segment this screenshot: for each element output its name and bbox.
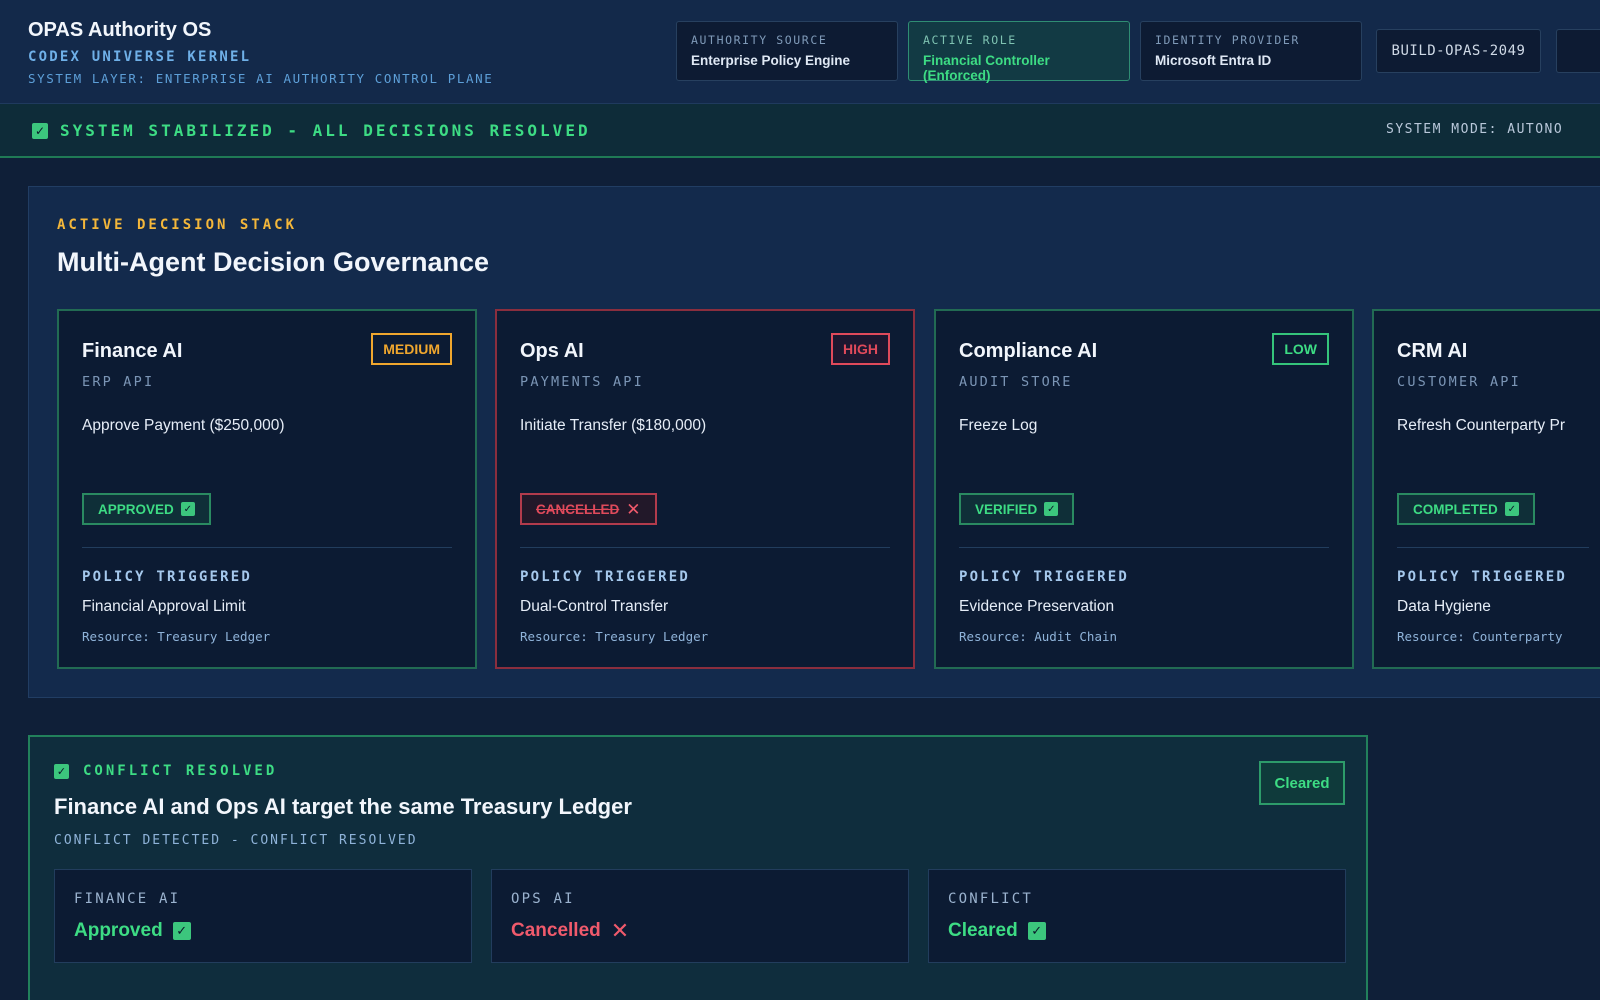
policy-resource: Resource: Treasury Ledger — [520, 629, 709, 644]
decision-state-badge: VERIFIED ✓ — [959, 493, 1075, 525]
decision-state-label: CANCELLED — [536, 501, 620, 517]
system-layer-label: SYSTEM LAYER: ENTERPRISE AI AUTHORITY CO… — [28, 71, 494, 86]
agent-card-ops-ai[interactable]: Ops AI HIGH PAYMENTS API Initiate Transf… — [495, 309, 915, 669]
agent-api: CUSTOMER API — [1397, 374, 1521, 390]
policy-resource: Resource: Counterparty — [1397, 629, 1563, 644]
outcome-value-text: Cleared — [948, 920, 1018, 941]
active-role-box[interactable]: ACTIVE ROLE Financial Controller (Enforc… — [908, 21, 1130, 83]
kernel-subtitle: CODEX UNIVERSE KERNEL — [28, 49, 252, 65]
active-role-label: ACTIVE ROLE — [923, 33, 1017, 47]
conflict-subtitle: CONFLICT DETECTED - CONFLICT RESOLVED — [54, 833, 418, 848]
outcome-value: Approved ✓ — [74, 920, 191, 942]
status-message: SYSTEM STABILIZED - ALL DECISIONS RESOLV… — [60, 121, 591, 140]
agent-action: Initiate Transfer ($180,000) — [520, 417, 707, 434]
check-icon: ✓ — [1027, 922, 1046, 940]
active-role-value: Financial Controller (Enforced) — [923, 53, 1050, 83]
system-status-bar: ✓ SYSTEM STABILIZED - ALL DECISIONS RESO… — [0, 104, 1600, 158]
decision-state-badge: CANCELLED ✕ — [520, 493, 657, 525]
status-message-group: ✓ SYSTEM STABILIZED - ALL DECISIONS RESO… — [32, 121, 591, 140]
policy-resource: Resource: Treasury Ledger — [82, 629, 271, 644]
outcome-label: CONFLICT — [948, 891, 1034, 907]
policy-heading: POLICY TRIGGERED — [1397, 569, 1568, 585]
authority-source-box[interactable]: AUTHORITY SOURCE Enterprise Policy Engin… — [676, 21, 898, 81]
check-icon: ✓ — [32, 122, 48, 139]
agent-api: ERP API — [82, 374, 155, 390]
risk-badge: MEDIUM — [371, 333, 452, 365]
conflict-eyebrow-label: CONFLICT RESOLVED — [83, 763, 278, 779]
decision-state-label: APPROVED — [98, 501, 174, 517]
policy-heading: POLICY TRIGGERED — [520, 569, 691, 585]
outcome-value: Cancelled ✕ — [511, 920, 629, 942]
system-mode-label: SYSTEM MODE: AUTONO — [1386, 122, 1564, 137]
policy-heading: POLICY TRIGGERED — [959, 569, 1130, 585]
decision-stack-eyebrow: ACTIVE DECISION STACK — [57, 217, 298, 233]
outcome-ops-ai: OPS AI Cancelled ✕ — [491, 869, 909, 963]
card-divider — [959, 547, 1329, 548]
authority-source-value: Enterprise Policy Engine — [691, 53, 851, 68]
policy-name: Evidence Preservation — [959, 598, 1115, 615]
decision-state-badge: APPROVED ✓ — [82, 493, 211, 525]
agent-card-finance-ai[interactable]: Finance AI MEDIUM ERP API Approve Paymen… — [57, 309, 477, 669]
check-icon: ✓ — [172, 922, 191, 940]
outcome-value-text: Approved — [74, 920, 163, 941]
outcome-label: OPS AI — [511, 891, 575, 907]
identity-provider-label: IDENTITY PROVIDER — [1155, 33, 1300, 47]
check-icon: ✓ — [54, 763, 69, 779]
decision-stack-title: Multi-Agent Decision Governance — [57, 247, 490, 277]
card-divider — [520, 547, 890, 548]
build-id-badge: BUILD-OPAS-2049 — [1376, 29, 1541, 73]
outcome-value-text: Cancelled — [511, 920, 601, 941]
agent-action: Refresh Counterparty Pr — [1397, 417, 1565, 434]
app-title: OPAS Authority OS — [28, 19, 212, 41]
policy-name: Financial Approval Limit — [82, 598, 246, 615]
outcome-value: Cleared ✓ — [948, 920, 1046, 942]
decision-stack-panel: ACTIVE DECISION STACK Multi-Agent Decisi… — [28, 186, 1600, 698]
agent-api: PAYMENTS API — [520, 374, 644, 390]
risk-badge: HIGH — [831, 333, 890, 365]
decision-state-label: VERIFIED — [975, 501, 1038, 517]
agent-card-compliance-ai[interactable]: Compliance AI LOW AUDIT STORE Freeze Log… — [934, 309, 1354, 669]
conflict-title: Finance AI and Ops AI target the same Tr… — [54, 794, 632, 819]
agent-name: Finance AI — [82, 340, 183, 362]
check-icon: ✓ — [1044, 502, 1059, 516]
agent-name: Ops AI — [520, 340, 584, 362]
check-icon: ✓ — [180, 502, 195, 516]
header-overflow-box[interactable] — [1556, 29, 1600, 73]
conflict-panel: ✓ CONFLICT RESOLVED Finance AI and Ops A… — [28, 735, 1368, 1000]
agent-api: AUDIT STORE — [959, 374, 1073, 390]
agent-action: Approve Payment ($250,000) — [82, 417, 285, 434]
outcome-conflict: CONFLICT Cleared ✓ — [928, 869, 1346, 963]
card-divider — [82, 547, 452, 548]
policy-name: Data Hygiene — [1397, 598, 1491, 615]
policy-resource: Resource: Audit Chain — [959, 629, 1118, 644]
outcome-finance-ai: FINANCE AI Approved ✓ — [54, 869, 472, 963]
outcome-label: FINANCE AI — [74, 891, 181, 907]
agent-name: Compliance AI — [959, 340, 1098, 362]
card-divider — [1397, 547, 1589, 548]
top-header: OPAS Authority OS CODEX UNIVERSE KERNEL … — [0, 0, 1600, 104]
conflict-eyebrow: ✓ CONFLICT RESOLVED — [54, 763, 277, 779]
identity-provider-box[interactable]: IDENTITY PROVIDER Microsoft Entra ID — [1140, 21, 1362, 81]
cleared-button[interactable]: Cleared — [1259, 761, 1345, 805]
x-icon: ✕ — [610, 918, 630, 943]
policy-heading: POLICY TRIGGERED — [82, 569, 253, 585]
brand: OPAS Authority OS CODEX UNIVERSE KERNEL … — [28, 19, 493, 86]
risk-badge: LOW — [1272, 333, 1329, 365]
decision-state-label: COMPLETED — [1413, 501, 1498, 517]
agent-action: Freeze Log — [959, 417, 1038, 434]
policy-name: Dual-Control Transfer — [520, 598, 669, 615]
authority-source-label: AUTHORITY SOURCE — [691, 33, 828, 47]
decision-state-badge: COMPLETED ✓ — [1397, 493, 1535, 525]
identity-provider-value: Microsoft Entra ID — [1155, 53, 1272, 68]
agent-card-crm-ai[interactable]: CRM AI CUSTOMER API Refresh Counterparty… — [1372, 309, 1600, 669]
check-icon: ✓ — [1504, 502, 1519, 516]
agent-name: CRM AI — [1397, 340, 1468, 362]
x-icon: ✕ — [626, 499, 641, 519]
